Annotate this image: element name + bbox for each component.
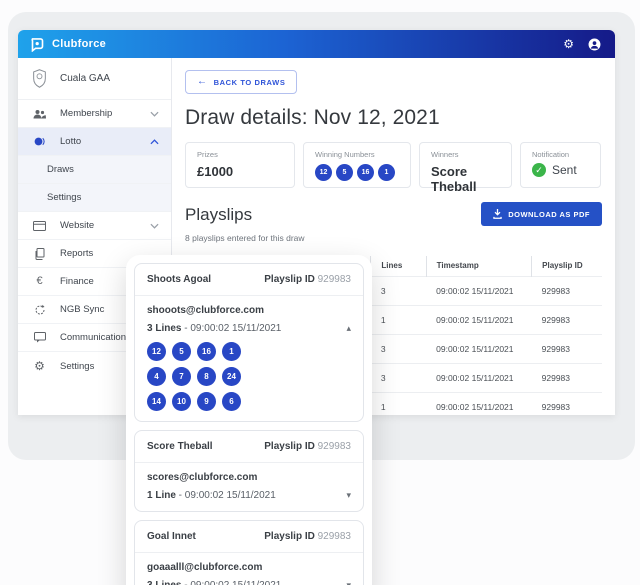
column-timestamp: Timestamp	[426, 256, 532, 276]
sidebar-item-lotto-settings[interactable]: Settings	[18, 184, 171, 212]
played-numbers: 12 5 16 1 4 7 8 24 14 10 9	[147, 342, 351, 411]
expand-icon[interactable]: ▾	[346, 491, 351, 500]
settings-gear-icon[interactable]: ⚙	[563, 38, 574, 50]
number-ball: 5	[336, 164, 353, 181]
collapse-icon[interactable]: ▴	[346, 324, 351, 333]
sidebar-item-website[interactable]: Website	[18, 212, 171, 240]
number-ball: 24	[222, 367, 241, 386]
number-ball: 1	[378, 164, 395, 181]
playslip-card-score-theball: Score Theball Playslip ID 929983 scores@…	[134, 430, 364, 512]
number-ball: 9	[197, 392, 216, 411]
summary-cards: Prizes £1000 Winning Numbers 12 5 16 1	[185, 142, 602, 188]
report-icon	[32, 248, 47, 260]
sidebar-item-membership[interactable]: Membership	[18, 100, 171, 128]
club-name: Cuala GAA	[60, 73, 110, 84]
notification-status: Sent	[552, 163, 577, 177]
clubforce-logo-icon	[30, 37, 45, 52]
playslip-card-shoots-agoal: Shoots Agoal Playslip ID 929983 shooots@…	[134, 263, 364, 422]
number-ball: 12	[315, 164, 332, 181]
column-lines: Lines	[371, 256, 426, 276]
column-playslip-id: Playslip ID	[532, 256, 602, 276]
player-name: Goal Innet	[147, 531, 196, 542]
chevron-down-icon	[150, 111, 159, 117]
number-ball: 5	[172, 342, 191, 361]
chevron-up-icon	[150, 139, 159, 145]
club-selector[interactable]: Cuala GAA	[18, 58, 171, 100]
lotto-ball-icon	[32, 135, 47, 148]
chat-icon	[32, 332, 47, 343]
expand-icon[interactable]: ▾	[346, 581, 351, 585]
winners-card: Winners Score Theball	[419, 142, 512, 188]
chevron-down-icon	[150, 223, 159, 229]
check-icon: ✓	[532, 163, 546, 177]
download-icon	[493, 209, 502, 219]
back-arrow-icon: ←	[197, 77, 208, 87]
user-account-icon[interactable]	[588, 38, 601, 51]
app-header: Clubforce ⚙	[18, 30, 615, 58]
playslip-id-value: 929983	[318, 531, 351, 542]
number-ball: 16	[357, 164, 374, 181]
playslip-id-value: 929983	[318, 441, 351, 452]
brand-name: Clubforce	[52, 38, 106, 50]
player-name: Score Theball	[147, 441, 213, 452]
number-ball: 1	[222, 342, 241, 361]
number-ball: 10	[172, 392, 191, 411]
player-email: goaaalll@clubforce.com	[147, 562, 351, 573]
prizes-value: £1000	[197, 164, 283, 179]
sync-icon	[32, 304, 47, 316]
club-crest-icon	[32, 69, 47, 88]
number-ball: 6	[222, 392, 241, 411]
page-title: Draw details: Nov 12, 2021	[185, 106, 602, 130]
number-ball: 14	[147, 392, 166, 411]
number-ball: 4	[147, 367, 166, 386]
winning-numbers-card: Winning Numbers 12 5 16 1	[303, 142, 411, 188]
player-email: scores@clubforce.com	[147, 472, 351, 483]
back-to-draws-button[interactable]: ← BACK TO DRAWS	[185, 70, 297, 94]
number-ball: 8	[197, 367, 216, 386]
winning-numbers: 12 5 16 1	[315, 164, 399, 181]
number-ball: 7	[172, 367, 191, 386]
player-name: Shoots Agoal	[147, 274, 211, 285]
download-as-pdf-button[interactable]: DOWNLOAD AS PDF	[481, 202, 602, 226]
sidebar-item-draws[interactable]: Draws	[18, 156, 171, 184]
playslips-subtitle: 8 playslips entered for this draw	[185, 233, 602, 243]
winner-name: Score Theball	[431, 164, 500, 194]
sidebar-item-lotto[interactable]: Lotto	[18, 128, 171, 156]
browser-icon	[32, 221, 47, 231]
euro-icon: €	[32, 276, 47, 287]
playslip-detail-popup: Shoots Agoal Playslip ID 929983 shooots@…	[126, 255, 372, 585]
playslip-card-goal-innet: Goal Innet Playslip ID 929983 goaaalll@c…	[134, 520, 364, 585]
playslip-id-value: 929983	[318, 274, 351, 285]
player-email: shooots@clubforce.com	[147, 305, 351, 316]
prizes-card: Prizes £1000	[185, 142, 295, 188]
page: Clubforce ⚙ Cuala GAA	[0, 0, 640, 585]
number-ball: 16	[197, 342, 216, 361]
people-icon	[32, 109, 47, 119]
notification-card: Notification ✓ Sent	[520, 142, 601, 188]
number-ball: 12	[147, 342, 166, 361]
gear-icon: ⚙	[32, 360, 47, 372]
brand-logo: Clubforce	[30, 37, 106, 52]
